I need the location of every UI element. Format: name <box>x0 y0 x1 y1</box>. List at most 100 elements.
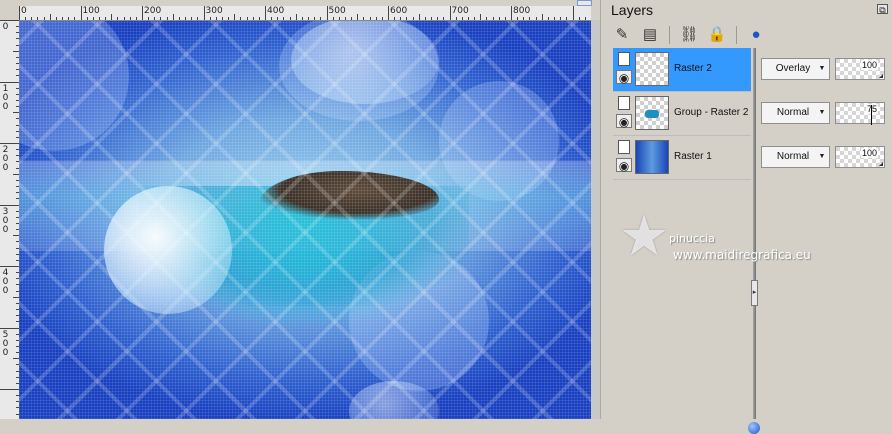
layer-row-raster-2[interactable]: ◉ Raster 2 <box>613 48 751 92</box>
ruler-tick <box>505 17 506 20</box>
ruler-label: 3 0 0 <box>2 208 9 235</box>
ruler-tick <box>394 17 395 20</box>
layer-props-row: Overlay ▼ 100 <box>761 48 892 92</box>
ruler-tick <box>179 17 180 20</box>
new-layer-icon[interactable]: ▤ <box>639 24 661 46</box>
eye-icon[interactable]: ◉ <box>616 158 632 172</box>
ruler-tick <box>370 17 371 20</box>
ruler-tick <box>185 17 186 20</box>
ruler-tick <box>0 20 19 21</box>
corner-marker-icon <box>879 74 883 78</box>
watermark: ★ pinuccia www.maidiregrafica.eu <box>619 208 829 278</box>
ruler-tick <box>0 389 19 390</box>
ruler-tick <box>333 17 334 20</box>
eye-icon[interactable]: ◉ <box>616 70 632 84</box>
opacity-field[interactable]: 100 <box>835 58 885 80</box>
blend-mode-value: Normal <box>768 147 818 167</box>
ruler-tick <box>327 6 328 20</box>
layer-name: Raster 2 <box>674 63 712 74</box>
layer-props-row: Normal ▼ 100 <box>761 136 892 180</box>
ruler-tick <box>87 17 88 20</box>
layer-row-group-raster-2[interactable]: ◉ Group - Raster 2 <box>613 92 751 136</box>
layer-name: Group - Raster 2 <box>674 107 748 118</box>
watermark-name: pinuccia <box>669 232 715 245</box>
ruler-label: 1 0 0 <box>2 85 9 112</box>
ruler-tick <box>173 14 174 20</box>
ruler-tick <box>462 17 463 20</box>
watermark-url: www.maidiregrafica.eu <box>673 248 811 262</box>
dock-icon[interactable]: ⧉ <box>877 4 888 14</box>
ruler-tick <box>320 17 321 20</box>
ruler-left: 01 0 02 0 03 0 04 0 05 0 0 <box>0 20 20 419</box>
eye-icon[interactable]: ◉ <box>616 114 632 128</box>
ruler-tick <box>579 17 580 20</box>
brush-pencil-icon[interactable]: ✎ <box>611 24 633 46</box>
splitter-grip-icon[interactable]: ▸ <box>751 280 758 306</box>
link-icon[interactable]: ⛓ <box>678 24 700 46</box>
ruler-tick <box>406 17 407 20</box>
ruler-tick <box>456 17 457 20</box>
ruler-tick <box>296 14 297 20</box>
ruler-tick <box>148 17 149 20</box>
ruler-tick <box>283 17 284 20</box>
ruler-tick <box>222 17 223 20</box>
ruler-tick <box>210 17 211 20</box>
blend-mode-select[interactable]: Overlay ▼ <box>761 58 830 80</box>
ruler-tick <box>382 17 383 20</box>
ruler-tick <box>585 17 586 20</box>
ruler-label: 0 <box>21 6 27 16</box>
layer-page-icon[interactable] <box>618 140 630 154</box>
ruler-tick <box>216 17 217 20</box>
layer-row-raster-1[interactable]: ◉ Raster 1 <box>613 136 751 180</box>
ruler-tick <box>124 17 125 20</box>
image-canvas[interactable] <box>19 21 591 419</box>
opacity-field[interactable]: 75 <box>835 102 885 124</box>
globe-icon[interactable]: ● <box>745 24 767 46</box>
ruler-tick <box>517 17 518 20</box>
ruler-tick <box>0 266 19 267</box>
ruler-tick <box>271 17 272 20</box>
opacity-field[interactable]: 100 <box>835 146 885 168</box>
ruler-tick <box>302 17 303 20</box>
ruler-tick <box>388 6 389 20</box>
ruler-tick <box>536 17 537 20</box>
ruler-tick <box>277 17 278 20</box>
layer-page-icon[interactable] <box>618 96 630 110</box>
ruler-tick <box>68 17 69 20</box>
ruler-tick <box>247 17 248 20</box>
ruler-tick <box>443 17 444 20</box>
layer-thumbnail <box>635 52 669 86</box>
corner-marker-icon <box>879 162 883 166</box>
ruler-tick <box>154 17 155 20</box>
ruler-label: 700 <box>452 6 469 16</box>
blend-mode-value: Overlay <box>768 59 818 79</box>
blend-mode-select[interactable]: Normal ▼ <box>761 102 830 124</box>
toolbar-divider <box>736 26 737 44</box>
canvas-window: 0100200300400500600700800 01 0 02 0 03 0… <box>0 0 600 419</box>
ruler-tick <box>160 17 161 20</box>
ruler-tick <box>314 17 315 20</box>
scroll-ball-icon <box>748 422 760 434</box>
ruler-tick <box>56 17 57 20</box>
ruler-tick <box>197 17 198 20</box>
ruler-tick <box>93 17 94 20</box>
layer-name: Raster 1 <box>674 151 712 162</box>
ruler-tick <box>376 17 377 20</box>
ruler-label: 800 <box>513 6 530 16</box>
ruler-tick <box>308 17 309 20</box>
layer-page-icon[interactable] <box>618 52 630 66</box>
ruler-tick <box>117 17 118 20</box>
ruler-tick <box>234 14 235 20</box>
blend-mode-select[interactable]: Normal ▼ <box>761 146 830 168</box>
ruler-tick <box>351 17 352 20</box>
ruler-tick <box>105 17 106 20</box>
vertical-scrollbar[interactable] <box>591 20 600 419</box>
ruler-label: 0 <box>2 23 9 32</box>
ruler-label: 100 <box>83 6 100 16</box>
ruler-tick <box>259 17 260 20</box>
ruler-tick <box>499 17 500 20</box>
ruler-tick <box>566 17 567 20</box>
ruler-tick <box>573 6 574 20</box>
ruler-label: 2 0 0 <box>2 146 9 173</box>
lock-icon[interactable]: 🔒 <box>706 24 728 46</box>
